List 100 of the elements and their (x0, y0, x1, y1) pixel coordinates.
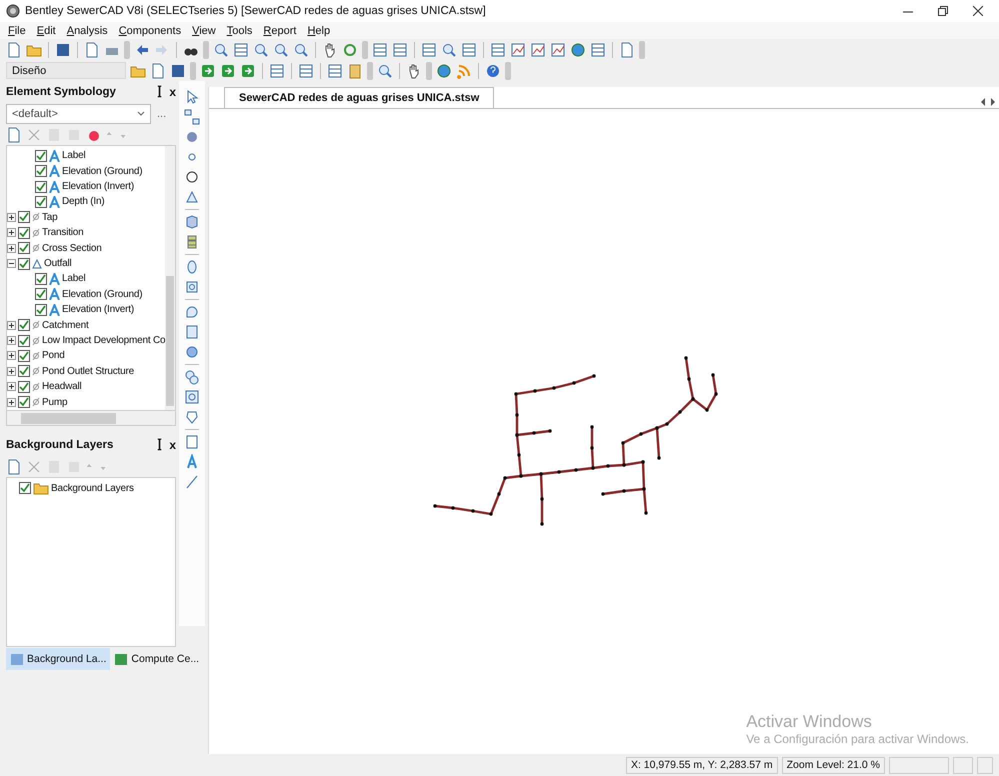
checkbox[interactable] (35, 304, 47, 316)
expand-icon[interactable] (7, 320, 16, 330)
checkbox[interactable] (18, 211, 30, 224)
document-tab[interactable]: SewerCAD redes de aguas grises UNICA.stsw (224, 87, 494, 108)
table-icon[interactable] (421, 42, 437, 58)
graph-icon[interactable] (510, 42, 526, 58)
toolbar-grip[interactable] (505, 62, 511, 80)
pin-button[interactable]: ꟾ (157, 84, 162, 100)
toolbar-grip[interactable] (203, 40, 209, 58)
new-file-icon[interactable] (6, 126, 22, 142)
close-icon[interactable] (973, 6, 983, 16)
shield-icon[interactable] (184, 409, 200, 425)
tree-item[interactable]: Elevation (Invert) (62, 304, 134, 316)
tree-item[interactable]: Label (62, 150, 86, 162)
menu-item[interactable]: View (192, 24, 216, 36)
toolbar-grip[interactable] (124, 40, 130, 58)
run-icon[interactable] (240, 62, 256, 78)
checkbox[interactable] (18, 319, 30, 332)
checkbox[interactable] (35, 180, 47, 193)
toolbar-grip[interactable] (190, 62, 196, 80)
expand-icon[interactable] (7, 398, 16, 407)
globe-icon[interactable] (436, 62, 452, 78)
checkbox[interactable] (35, 196, 47, 208)
tree-item[interactable]: Headwall (42, 381, 82, 392)
toolbar-grip[interactable] (362, 40, 368, 58)
tree-item[interactable]: Pump (42, 396, 68, 408)
collapse-icon[interactable] (7, 259, 16, 268)
toolbar-grip[interactable] (426, 62, 432, 80)
menu-item[interactable]: Tools (226, 24, 252, 36)
tree-item[interactable]: Elevation (Invert) (62, 181, 134, 192)
menu-item[interactable]: Report (263, 24, 296, 36)
line-icon[interactable] (184, 474, 200, 490)
expand-icon[interactable] (7, 336, 16, 346)
toolbar-grip[interactable] (367, 62, 373, 80)
tree-item[interactable]: Depth (In) (62, 196, 104, 208)
new-file-icon[interactable] (6, 42, 22, 58)
menu-item[interactable]: Analysis (66, 24, 108, 36)
checkbox[interactable] (18, 350, 30, 362)
expand-icon[interactable] (7, 228, 16, 238)
circle-icon[interactable] (184, 169, 200, 185)
checkbox[interactable] (18, 334, 30, 347)
horizontal-scrollbar[interactable] (6, 411, 176, 426)
tree-item[interactable]: Outfall (44, 258, 72, 270)
symbology-dropdown[interactable]: <default> (6, 104, 151, 124)
expand-icon[interactable] (7, 366, 16, 376)
tree-item[interactable]: Low Impact Development Co (42, 335, 166, 346)
close-button[interactable]: x (169, 85, 176, 99)
double-circle-icon[interactable] (184, 369, 200, 385)
expand-icon[interactable] (7, 382, 16, 392)
tree-item[interactable]: Tap (42, 212, 58, 223)
tab-scroll-icon[interactable] (981, 98, 995, 106)
scenario-dropdown[interactable]: Diseño (6, 62, 126, 79)
globe-icon[interactable] (570, 42, 586, 58)
expand-icon[interactable] (7, 351, 16, 360)
tree-item[interactable]: Elevation (Ground) (62, 166, 142, 177)
tree-item[interactable]: Label (62, 273, 86, 284)
menu-item[interactable]: Help (307, 24, 330, 36)
scrollbar[interactable] (165, 146, 175, 410)
zoom-extents-icon[interactable] (213, 42, 229, 58)
more-button[interactable]: ... (157, 108, 166, 120)
help-icon[interactable] (485, 62, 501, 78)
tree-item[interactable]: Elevation (Ground) (62, 288, 142, 300)
tree-item[interactable]: Pond (42, 350, 65, 362)
panel-tab[interactable]: Background La... (6, 648, 110, 670)
text-icon[interactable] (184, 454, 200, 470)
disc-icon[interactable] (184, 344, 200, 360)
checkbox[interactable] (18, 396, 30, 408)
restore-icon[interactable] (938, 6, 948, 16)
box-icon[interactable] (184, 324, 200, 340)
checkbox[interactable] (18, 258, 30, 270)
rectangle-icon[interactable] (184, 434, 200, 450)
panel-tab[interactable]: Compute Ce... (110, 648, 204, 670)
tree-item[interactable]: Catchment (42, 320, 89, 331)
page-icon[interactable] (84, 42, 100, 58)
tree-item[interactable]: Pond Outlet Structure (42, 366, 134, 377)
tree-item[interactable]: Cross Section (42, 242, 102, 254)
checkbox[interactable] (18, 365, 30, 378)
menu-item[interactable]: File (8, 24, 26, 36)
menu-item[interactable]: Components (118, 24, 182, 36)
triangle-icon[interactable] (184, 189, 200, 205)
checkbox[interactable] (35, 288, 47, 300)
new-file-icon[interactable] (6, 458, 22, 474)
toolbar-grip[interactable] (639, 40, 645, 58)
close-button[interactable]: x (169, 438, 176, 452)
checkbox[interactable] (18, 380, 30, 393)
validate-icon[interactable] (220, 62, 236, 78)
expand-icon[interactable] (7, 244, 16, 253)
layout-icon[interactable] (184, 109, 200, 125)
clipboard-icon[interactable] (347, 62, 363, 78)
menu-item[interactable]: Edit (36, 24, 56, 36)
checkbox[interactable] (18, 242, 30, 254)
checkbox[interactable] (19, 482, 31, 494)
square-icon[interactable] (184, 279, 200, 295)
pin-button[interactable]: ꟾ (157, 436, 162, 454)
checkbox[interactable] (35, 165, 47, 178)
tree-item[interactable]: Transition (42, 227, 84, 238)
tree-item[interactable]: Background Layers (51, 482, 134, 494)
document-icon[interactable] (150, 62, 166, 78)
checkbox[interactable] (18, 226, 30, 239)
checkbox[interactable] (35, 150, 47, 162)
